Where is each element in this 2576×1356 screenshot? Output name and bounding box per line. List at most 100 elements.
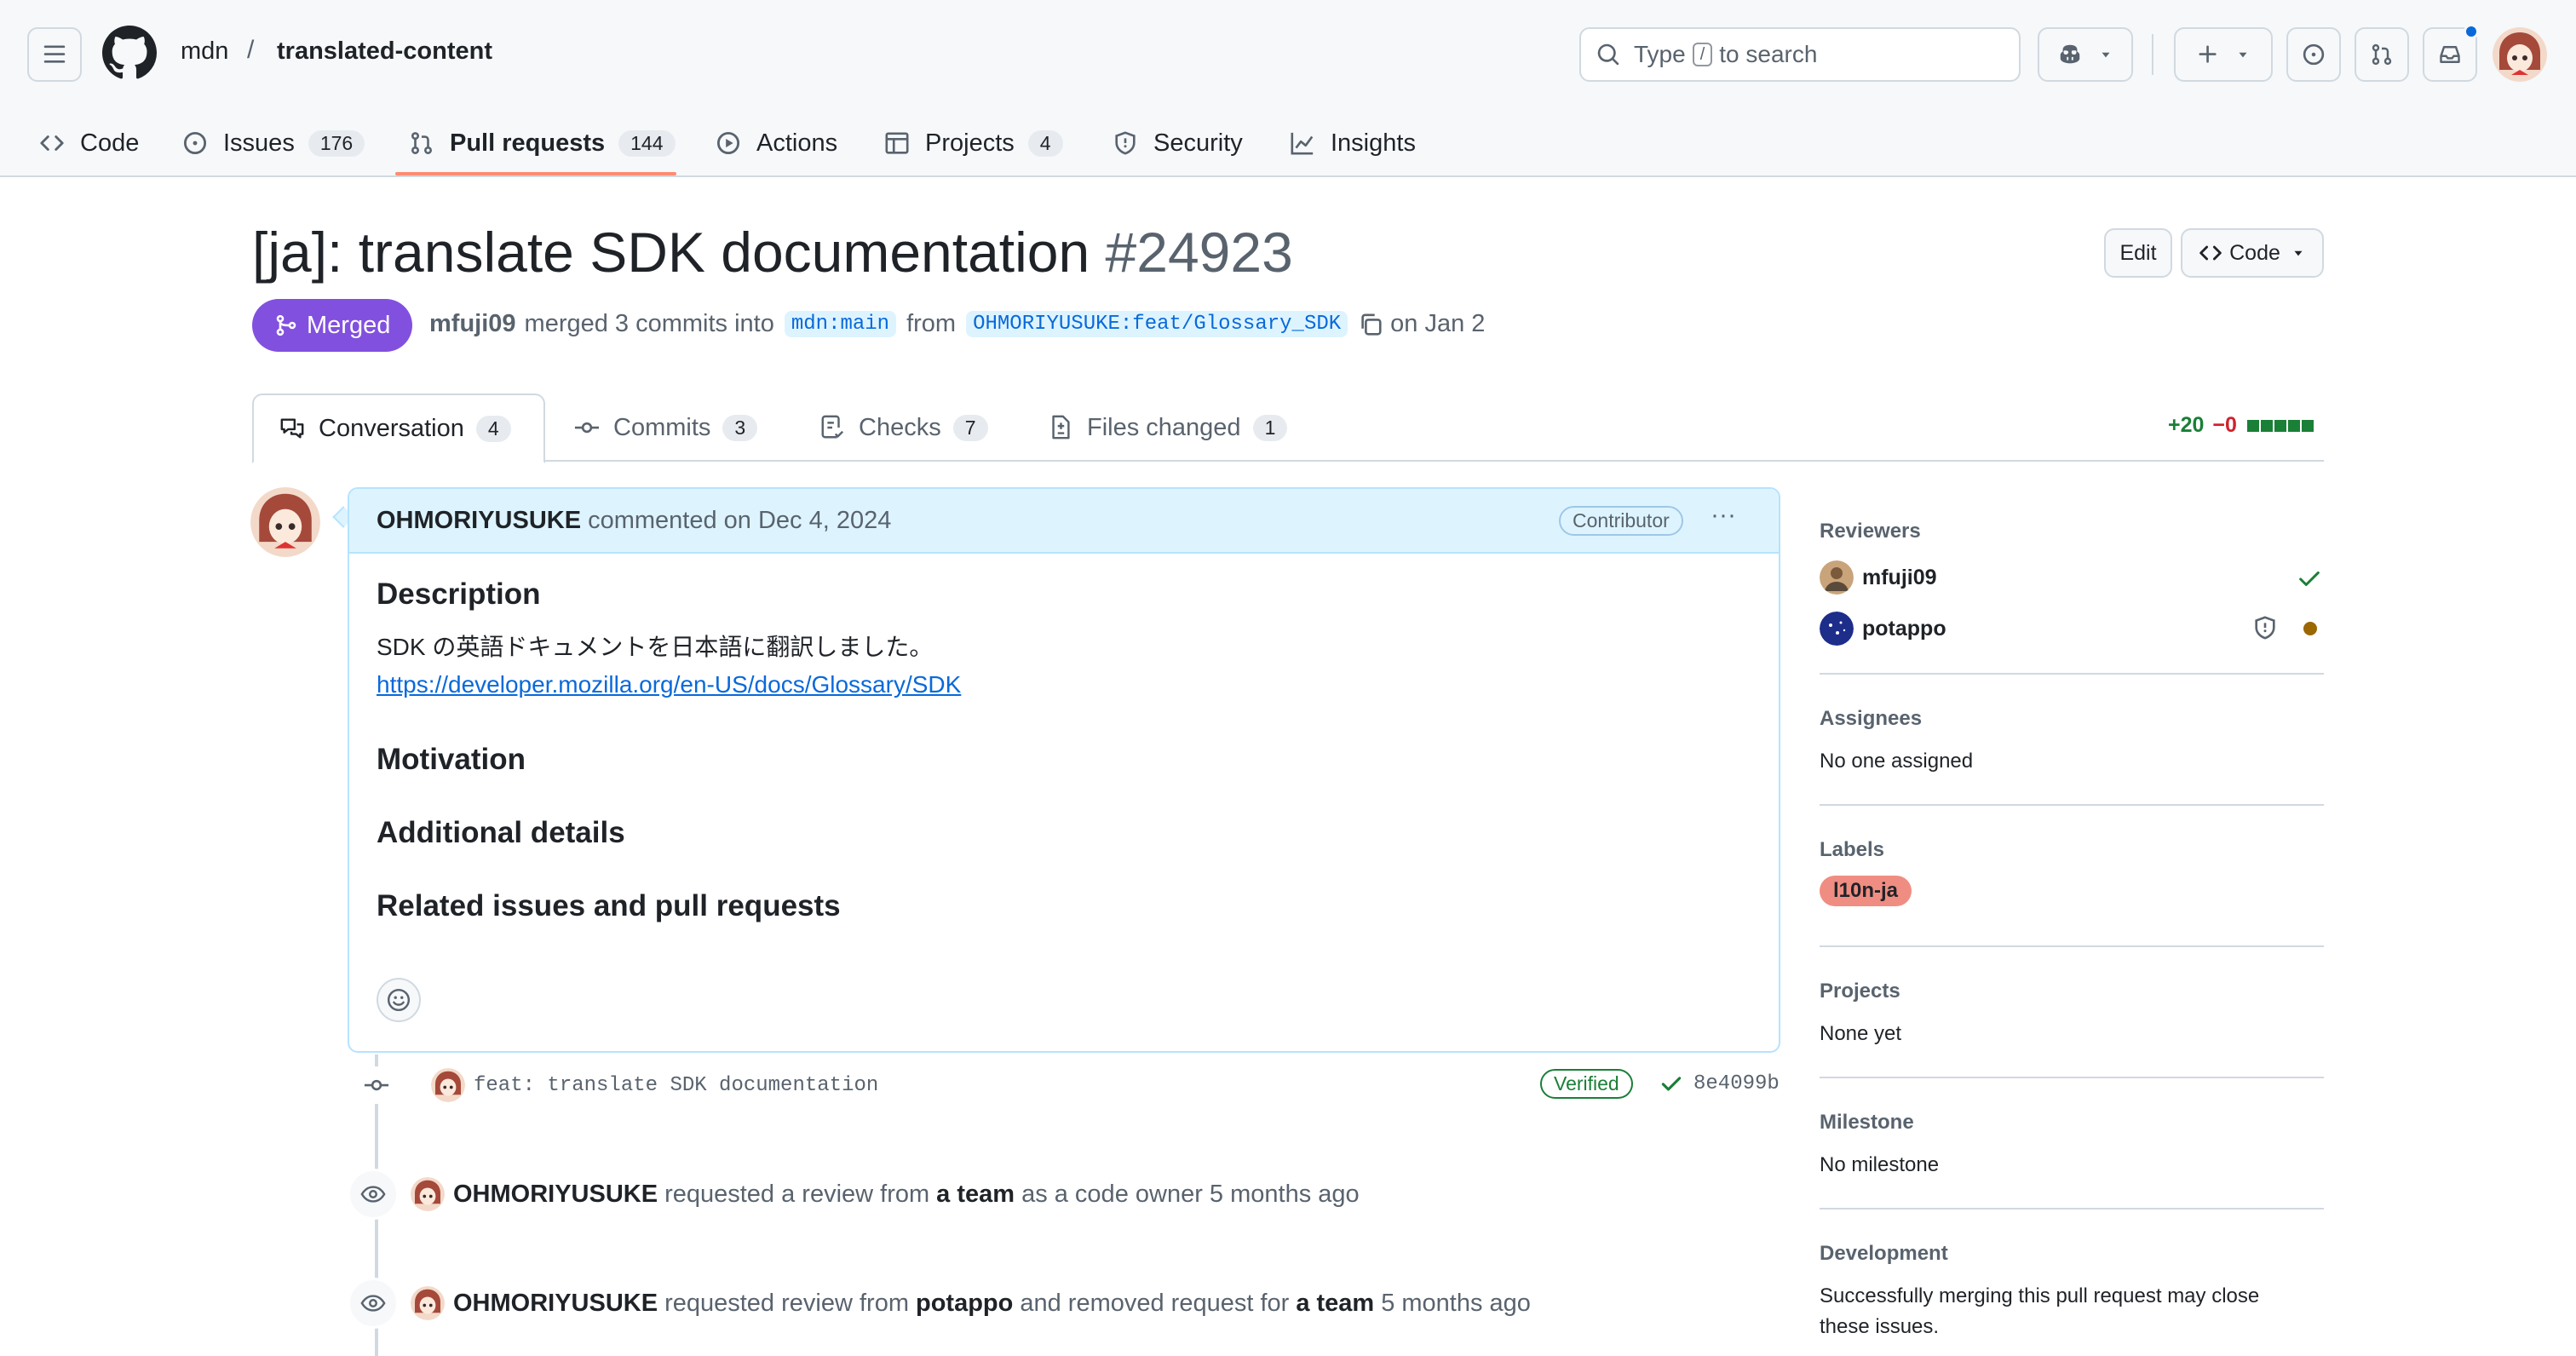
head-branch[interactable]: OHMORIYUSUKE:feat/Glossary_SDK — [966, 311, 1348, 337]
base-branch[interactable]: mdn:main — [784, 311, 897, 337]
contributor-badge: Contributor — [1559, 506, 1683, 536]
divider — [2152, 34, 2153, 75]
reviewers-title: Reviewers — [1820, 520, 1921, 543]
nav-pull-requests[interactable]: Pull requests 144 — [409, 109, 676, 177]
tab-commits[interactable]: Commits 3 — [574, 394, 758, 462]
edit-button[interactable]: Edit — [2104, 228, 2172, 278]
tab-label: Commits — [613, 413, 711, 441]
github-logo-icon[interactable] — [102, 26, 157, 80]
reviewer-item[interactable]: potappo — [1820, 612, 1946, 646]
projects-section[interactable]: Projects None yet — [1820, 980, 2324, 1049]
reviewer-name: mfuji09 — [1862, 565, 1937, 589]
event-text: requested a review from — [664, 1180, 930, 1208]
check-icon — [2299, 571, 2320, 586]
actor-avatar[interactable] — [411, 1177, 445, 1211]
user-avatar[interactable] — [2493, 27, 2547, 82]
pr-tabs: Conversation 4 Commits 3 Checks 7 Files … — [252, 394, 2324, 463]
tab-files-changed[interactable]: Files changed 1 — [1048, 394, 1288, 462]
commit-marker — [358, 1066, 395, 1104]
sdk-doc-link[interactable]: https://developer.mozilla.org/en-US/docs… — [377, 671, 961, 698]
development-section[interactable]: Development Successfully merging this pu… — [1820, 1242, 2324, 1342]
comment-body: Description SDK の英語ドキュメントを日本語に翻訳しました。 ht… — [377, 577, 1757, 923]
hamburger-icon — [43, 45, 66, 63]
heading-additional-details: Additional details — [377, 816, 625, 849]
event-target[interactable]: a team — [936, 1181, 1015, 1209]
chevron-down-icon — [2102, 52, 2110, 58]
search-suffix: to search — [1719, 41, 1818, 67]
comment-timestamp[interactable]: commented on Dec 4, 2024 — [588, 507, 891, 535]
event-marker — [348, 1278, 399, 1329]
projects-title: Projects — [1820, 980, 1900, 1003]
labels-section[interactable]: Labels l10n-ja — [1820, 838, 2324, 906]
pr-title: [ja]: translate SDK documentation — [252, 221, 1090, 284]
reviewer-avatar — [1820, 612, 1854, 646]
diff-block — [2274, 419, 2286, 432]
chevron-down-icon — [2239, 52, 2247, 58]
nav-insights[interactable]: Insights — [1290, 109, 1416, 177]
commit-sha-link[interactable]: 8e4099b — [1693, 1072, 1780, 1095]
event-actor[interactable]: OHMORIYUSUKE — [453, 1181, 658, 1209]
eye-icon — [360, 1295, 386, 1312]
shield-icon — [1115, 131, 1136, 155]
nav-label: Code — [80, 129, 140, 157]
commit-icon — [364, 1079, 389, 1091]
comment-header: OHMORIYUSUKE commented on Dec 4, 2024 Co… — [349, 489, 1779, 554]
nav-security[interactable]: Security — [1113, 109, 1243, 177]
tab-count: 1 — [1252, 414, 1288, 441]
commit-message-link[interactable]: feat: translate SDK documentation — [474, 1074, 878, 1097]
nav-projects[interactable]: Projects 4 — [884, 109, 1063, 177]
event-marker — [348, 1169, 399, 1220]
code-icon — [2199, 245, 2222, 261]
merger-link[interactable]: mfuji09 — [429, 310, 516, 338]
section-divider — [1820, 804, 2324, 806]
reviewer-item[interactable]: mfuji09 — [1820, 560, 1937, 595]
actor-avatar[interactable] — [411, 1286, 445, 1320]
pull-requests-shortcut-button[interactable] — [2355, 27, 2409, 82]
page-title: [ja]: translate SDK documentation #24923 — [252, 220, 1293, 284]
search-input[interactable]: Type / to search — [1579, 27, 2021, 82]
commit-author-avatar[interactable] — [431, 1068, 465, 1102]
copilot-button[interactable] — [2038, 27, 2133, 82]
copy-icon[interactable] — [1358, 312, 1383, 337]
comment-author[interactable]: OHMORIYUSUKE — [377, 507, 581, 535]
tab-conversation[interactable]: Conversation 4 — [252, 394, 545, 463]
deletions-count: −0 — [2212, 413, 2237, 437]
search-prefix: Type — [1634, 41, 1686, 67]
nav-actions[interactable]: Actions — [716, 109, 837, 177]
repo-owner-link[interactable]: mdn — [181, 37, 228, 66]
inbox-icon — [2440, 46, 2460, 63]
menu-button[interactable] — [27, 27, 82, 82]
label-l10n-ja[interactable]: l10n-ja — [1820, 876, 1912, 906]
nav-issues[interactable]: Issues 176 — [182, 109, 365, 177]
diff-block — [2260, 419, 2273, 432]
tab-count: 3 — [722, 414, 758, 441]
verified-badge[interactable]: Verified — [1540, 1069, 1633, 1099]
state-label: Merged — [307, 311, 391, 339]
issues-shortcut-button[interactable] — [2286, 27, 2341, 82]
add-reaction-button[interactable] — [377, 978, 421, 1022]
reviewers-section[interactable]: Reviewers — [1820, 520, 2324, 543]
create-new-button[interactable] — [2174, 27, 2273, 82]
comment-options-button[interactable]: ··· — [1711, 501, 1736, 530]
repo-name-link[interactable]: translated-content — [277, 37, 492, 66]
graph-icon — [1291, 132, 1314, 155]
copilot-icon — [2060, 44, 2080, 64]
section-divider — [1820, 945, 2324, 947]
event-actor[interactable]: OHMORIYUSUKE — [453, 1290, 658, 1318]
pull-request-icon — [411, 132, 433, 154]
comment-discussion-icon — [280, 418, 304, 439]
tab-checks[interactable]: Checks 7 — [819, 394, 988, 462]
event-target[interactable]: a team — [1296, 1290, 1374, 1318]
projects-text: None yet — [1820, 1022, 1902, 1045]
code-icon — [40, 135, 64, 151]
chevron-down-icon — [2294, 250, 2303, 256]
code-button[interactable]: Code — [2181, 228, 2324, 278]
milestone-section[interactable]: Milestone No milestone — [1820, 1111, 2324, 1181]
event-text: as a code owner 5 months ago — [1021, 1180, 1360, 1208]
event-target[interactable]: potappo — [916, 1290, 1013, 1318]
search-shortcut-key: / — [1692, 43, 1713, 66]
nav-code[interactable]: Code — [39, 109, 139, 177]
assignees-section[interactable]: Assignees No one assigned — [1820, 707, 2324, 777]
diff-block — [2287, 419, 2300, 432]
commenter-avatar[interactable] — [250, 487, 320, 557]
